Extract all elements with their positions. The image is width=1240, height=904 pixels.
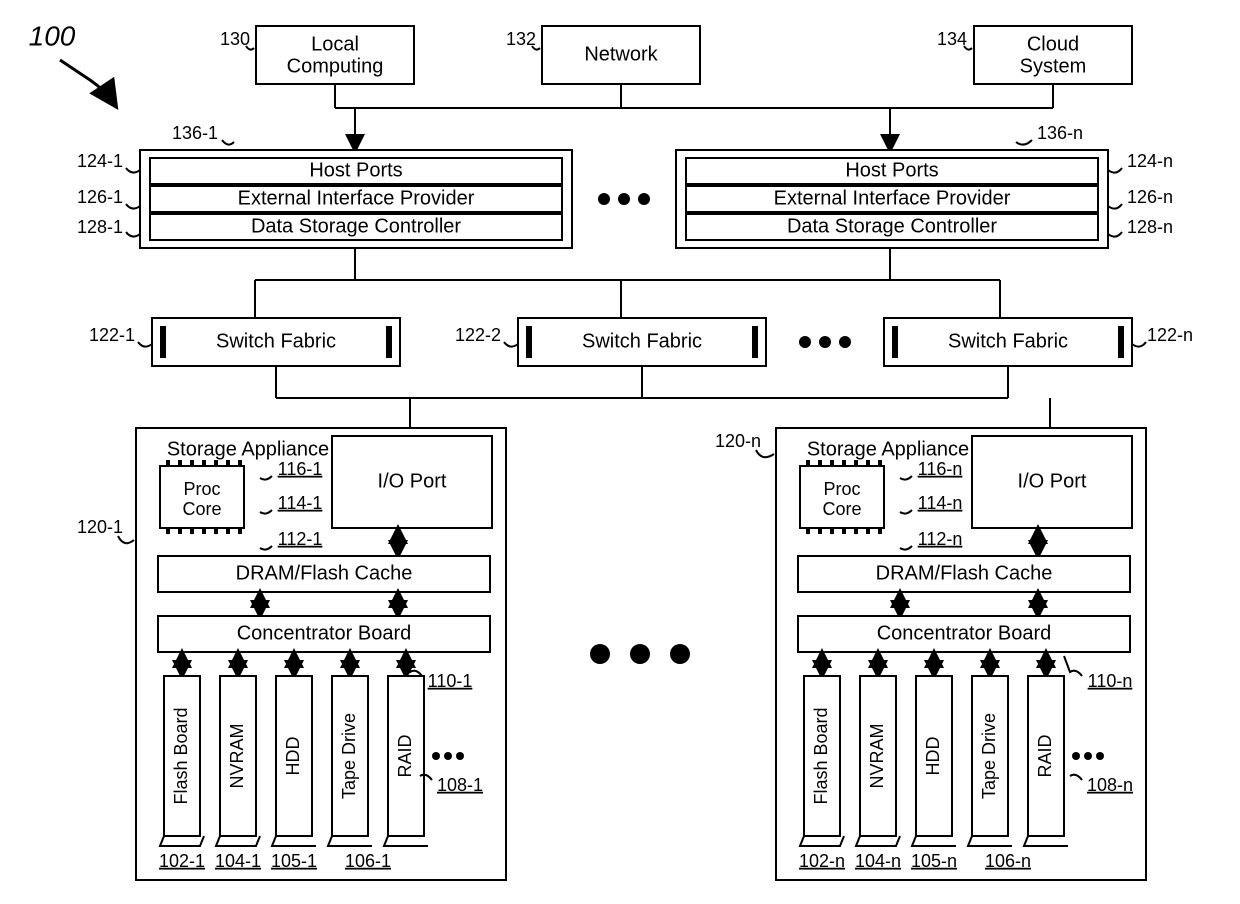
ref-116-1: 116-1 [278, 459, 323, 479]
ref-116-n: 116-n [918, 459, 963, 479]
proc1-l: Core [182, 499, 221, 519]
switch-fabric-2: Switch Fabric [518, 318, 766, 366]
sa-title-r: Storage Appliance [807, 438, 969, 460]
switch-fabric-n: Switch Fabric [884, 318, 1132, 366]
ref-106-1: 106-1 [345, 851, 391, 871]
eip-left-lbl: External Interface Provider [238, 187, 475, 209]
ref-108-1: 108-1 [437, 775, 483, 795]
network-label: Network [584, 43, 658, 65]
ref-136-n: 136-n [1037, 123, 1083, 143]
sf2-lbl: Switch Fabric [582, 330, 702, 352]
sf1-lbl: Switch Fabric [216, 330, 336, 352]
ref-110-n: 110-n [1088, 671, 1133, 691]
switch-fabric-1: Switch Fabric [152, 318, 400, 366]
cloud-line2: System [1020, 55, 1087, 77]
ref-105-n: 105-n [911, 851, 957, 871]
ref-114-1: 114-1 [278, 493, 323, 513]
ref-126-1: 126-1 [77, 187, 123, 207]
d1r: NVRAM [867, 723, 887, 788]
ref-120-1: 120-1 [77, 517, 123, 537]
local-line1: Local [311, 33, 359, 55]
conc-lbl-r: Concentrator Board [877, 622, 1052, 644]
figure-ref: 100 [29, 20, 76, 51]
ref-124-n: 124-n [1127, 151, 1173, 171]
local-line2: Computing [287, 55, 384, 77]
ref-130: 130 [220, 29, 250, 49]
eip-right-lbl: External Interface Provider [774, 187, 1011, 209]
ref-104-1: 104-1 [215, 851, 261, 871]
ref-104-n: 104-n [855, 851, 901, 871]
dsc-right-lbl: Data Storage Controller [787, 215, 997, 237]
ref-122-1: 122-1 [89, 325, 135, 345]
ref-124-1: 124-1 [77, 151, 123, 171]
dram-lbl-r: DRAM/Flash Cache [876, 562, 1053, 584]
hp-right: Host Ports [845, 159, 938, 181]
ref-136-1: 136-1 [172, 123, 218, 143]
ref-102-n: 102-n [799, 851, 845, 871]
io-lbl-l: I/O Port [378, 470, 447, 492]
ref-112-1: 112-1 [278, 529, 323, 549]
d0r: Flash Board [811, 707, 831, 804]
proc0-r: Proc [823, 479, 860, 499]
ref-120-n: 120-n [715, 431, 761, 451]
dsc-left-lbl: Data Storage Controller [251, 215, 461, 237]
ref-102-1: 102-1 [159, 851, 205, 871]
ref-128-1: 128-1 [77, 217, 123, 237]
d3l: Tape Drive [339, 713, 359, 799]
cloud-line1: Cloud [1027, 33, 1079, 55]
d4l: RAID [395, 734, 415, 777]
ref-132: 132 [506, 29, 536, 49]
ref-110-1: 110-1 [428, 671, 473, 691]
d3r: Tape Drive [979, 713, 999, 799]
d2l: HDD [283, 737, 303, 776]
d4r: RAID [1035, 734, 1055, 777]
ref-105-1: 105-1 [271, 851, 317, 871]
storage-appliance-right: Storage Appliance I/O Port Proc Core 116… [776, 428, 1146, 880]
ref-134: 134 [937, 29, 967, 49]
ref-128-n: 128-n [1127, 217, 1173, 237]
dram-lbl-l: DRAM/Flash Cache [236, 562, 413, 584]
d2r: HDD [923, 737, 943, 776]
conc-lbl-l: Concentrator Board [237, 622, 412, 644]
d1l: NVRAM [227, 723, 247, 788]
ref-122-2: 122-2 [455, 325, 501, 345]
ref-112-n: 112-n [918, 529, 963, 549]
ref-108-n: 108-n [1087, 775, 1133, 795]
io-lbl-r: I/O Port [1018, 470, 1087, 492]
proc1-r: Core [822, 499, 861, 519]
ref-126-n: 126-n [1127, 187, 1173, 207]
diagram-root: 100 Local Computing 130 Network 132 Clou… [0, 0, 1240, 904]
ref-122-n: 122-n [1147, 325, 1193, 345]
sa-title-l: Storage Appliance [167, 438, 329, 460]
d0l: Flash Board [171, 707, 191, 804]
hp-left: Host Ports [309, 159, 402, 181]
ref-114-n: 114-n [918, 493, 963, 513]
proc-core-chip-right: Proc Core [800, 460, 884, 534]
proc-core-chip-left: Proc Core [160, 460, 244, 534]
ref-106-n: 106-n [985, 851, 1031, 871]
storage-appliance-left: Storage Appliance I/O Port Proc Core 116… [136, 428, 506, 880]
sfn-lbl: Switch Fabric [948, 330, 1068, 352]
proc0-l: Proc [183, 479, 220, 499]
